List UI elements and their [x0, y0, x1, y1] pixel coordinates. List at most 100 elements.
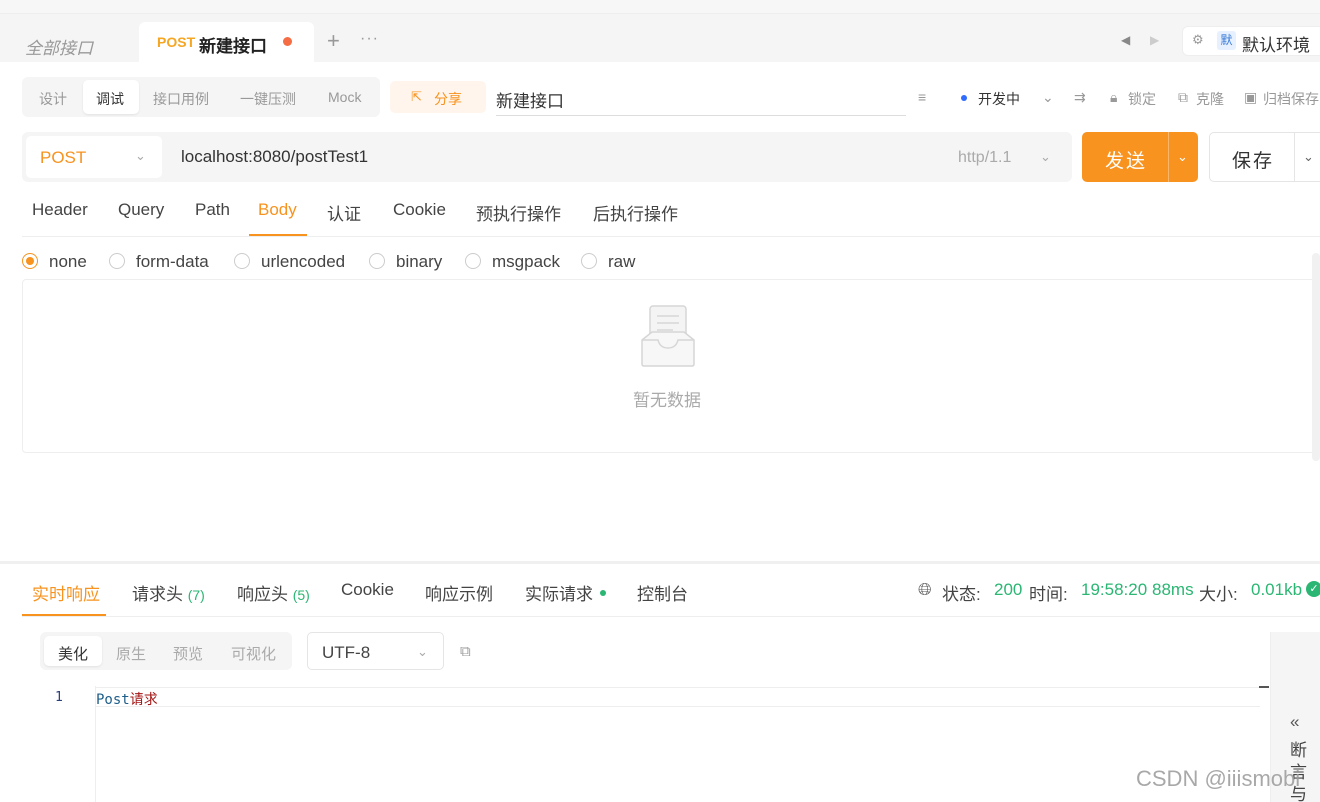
- tab-auth[interactable]: 认证: [327, 200, 361, 225]
- duration-value: 88ms: [1152, 580, 1194, 599]
- format-pretty[interactable]: 美化: [58, 643, 88, 664]
- clone-button[interactable]: 克隆: [1196, 89, 1224, 109]
- format-raw[interactable]: 原生: [116, 643, 146, 664]
- radio-urlencoded[interactable]: [234, 253, 250, 269]
- chevron-down-icon: ⌄: [135, 148, 146, 163]
- size-label: 大小:: [1199, 585, 1238, 604]
- save-options-chevron-icon[interactable]: ⌄: [1303, 149, 1314, 165]
- lock-button[interactable]: 锁定: [1128, 89, 1156, 109]
- method-value: POST: [40, 148, 87, 167]
- double-chevron-left-icon[interactable]: «: [1290, 712, 1299, 732]
- api-name-input[interactable]: [496, 84, 906, 116]
- mode-mock[interactable]: Mock: [328, 89, 361, 105]
- send-options-chevron-icon[interactable]: ⌄: [1177, 149, 1188, 165]
- radio-label-none: none: [49, 252, 87, 271]
- scroll-marker: [1259, 686, 1269, 688]
- radio-label-urlencoded: urlencoded: [261, 252, 346, 271]
- encoding-value: UTF-8: [322, 643, 371, 662]
- divider: [22, 616, 1320, 617]
- line-number: 1: [55, 690, 63, 705]
- radio-form-data[interactable]: [109, 253, 125, 269]
- tab-live-response[interactable]: 实时响应: [32, 580, 100, 605]
- code-line: Post请求: [96, 689, 158, 709]
- tab-response-headers-label: 响应头: [237, 585, 288, 604]
- radio-label-raw: raw: [608, 252, 636, 271]
- top-strip: [0, 0, 1320, 14]
- mode-design[interactable]: 设计: [39, 89, 67, 109]
- http-version-select[interactable]: http/1.1: [958, 149, 1011, 167]
- radio-label-msgpack: msgpack: [492, 252, 561, 271]
- tab-response-example[interactable]: 响应示例: [425, 580, 493, 605]
- env-label: 默认环境: [1242, 36, 1310, 55]
- archive-button[interactable]: 归档保存: [1263, 89, 1319, 109]
- tab-post-script[interactable]: 后执行操作: [593, 200, 678, 225]
- archive-icon: ▣: [1244, 89, 1258, 105]
- clone-icon: ⧉: [1178, 89, 1188, 105]
- tab-all-apis[interactable]: 全部接口: [25, 34, 93, 59]
- chevron-down-icon[interactable]: ⌄: [1042, 89, 1054, 106]
- radio-label-form-data: form-data: [136, 252, 209, 271]
- status-code: 200: [994, 580, 1023, 599]
- lock-icon: 🔒︎: [1110, 89, 1118, 105]
- send-label: 发送: [1105, 151, 1148, 172]
- format-visualize[interactable]: 可视化: [231, 643, 276, 664]
- url-input[interactable]: [170, 136, 770, 178]
- tab-console[interactable]: 控制台: [637, 580, 688, 605]
- radio-raw[interactable]: [581, 253, 597, 269]
- size-value: 0.01kb: [1251, 580, 1303, 599]
- status-label: 状态:: [942, 585, 981, 604]
- edit-note-icon[interactable]: ≡: [918, 89, 926, 105]
- tab-response-headers[interactable]: 响应头 (5): [237, 580, 310, 605]
- code-token: Post: [96, 692, 130, 708]
- empty-inbox-icon: [641, 305, 695, 367]
- radio-msgpack[interactable]: [465, 253, 481, 269]
- tab-body[interactable]: Body: [258, 200, 297, 220]
- tab-query[interactable]: Query: [118, 200, 164, 220]
- chevron-down-icon: ⌄: [1040, 149, 1051, 164]
- tab-cookie[interactable]: Cookie: [393, 200, 446, 220]
- add-tab-icon[interactable]: +: [327, 28, 340, 54]
- mode-stress-test[interactable]: 一键压测: [240, 89, 296, 109]
- tab-method-badge: POST: [157, 34, 196, 50]
- tab-path[interactable]: Path: [195, 200, 230, 220]
- code-token: 请求: [129, 692, 158, 708]
- globe-icon: 🌐︎: [918, 580, 932, 599]
- panel-resize-handle[interactable]: [0, 561, 1320, 564]
- request-headers-count: (7): [187, 587, 205, 603]
- save-label: 保存: [1232, 151, 1275, 172]
- env-badge: 默: [1217, 31, 1236, 50]
- live-dot-icon: [600, 590, 606, 596]
- time-label: 时间:: [1029, 585, 1068, 604]
- time-value: 19:58:20: [1081, 580, 1148, 599]
- radio-label-binary: binary: [396, 252, 443, 271]
- tab-request-headers-label: 请求头: [132, 585, 183, 604]
- outline-icon[interactable]: ⇉: [1074, 89, 1086, 106]
- unsaved-dot-icon: [283, 37, 292, 46]
- response-headers-count: (5): [292, 587, 310, 603]
- copy-icon[interactable]: ⧉: [460, 643, 471, 660]
- radio-none[interactable]: [22, 253, 38, 269]
- tab-pre-script[interactable]: 预执行操作: [476, 200, 561, 225]
- scrollbar[interactable]: [1312, 253, 1320, 461]
- gear-icon[interactable]: ⚙: [1192, 32, 1204, 48]
- share-icon: ⇱: [411, 89, 422, 104]
- caret-left-icon[interactable]: ◀: [1121, 33, 1130, 47]
- tab-request-headers[interactable]: 请求头 (7): [132, 580, 205, 605]
- divider: [22, 236, 1320, 237]
- tab-header[interactable]: Header: [32, 200, 88, 220]
- empty-state-text: 暂无数据: [633, 391, 701, 410]
- format-preview[interactable]: 预览: [173, 643, 203, 664]
- mode-test-case[interactable]: 接口用例: [153, 89, 209, 109]
- mode-debug[interactable]: 调试: [96, 89, 124, 109]
- radio-binary[interactable]: [369, 253, 385, 269]
- send-split-divider: [1168, 132, 1169, 182]
- tab-response-cookie[interactable]: Cookie: [341, 580, 394, 600]
- success-check-icon: ✓: [1306, 581, 1320, 597]
- share-label: 分享: [434, 91, 462, 107]
- tab-actual-request[interactable]: 实际请求: [525, 580, 593, 605]
- caret-right-icon[interactable]: ▶: [1150, 33, 1159, 47]
- status-dot-icon: [961, 95, 967, 101]
- more-tabs-icon[interactable]: ···: [360, 30, 379, 48]
- save-split-divider: [1294, 132, 1295, 182]
- api-status-select[interactable]: 开发中: [978, 89, 1020, 109]
